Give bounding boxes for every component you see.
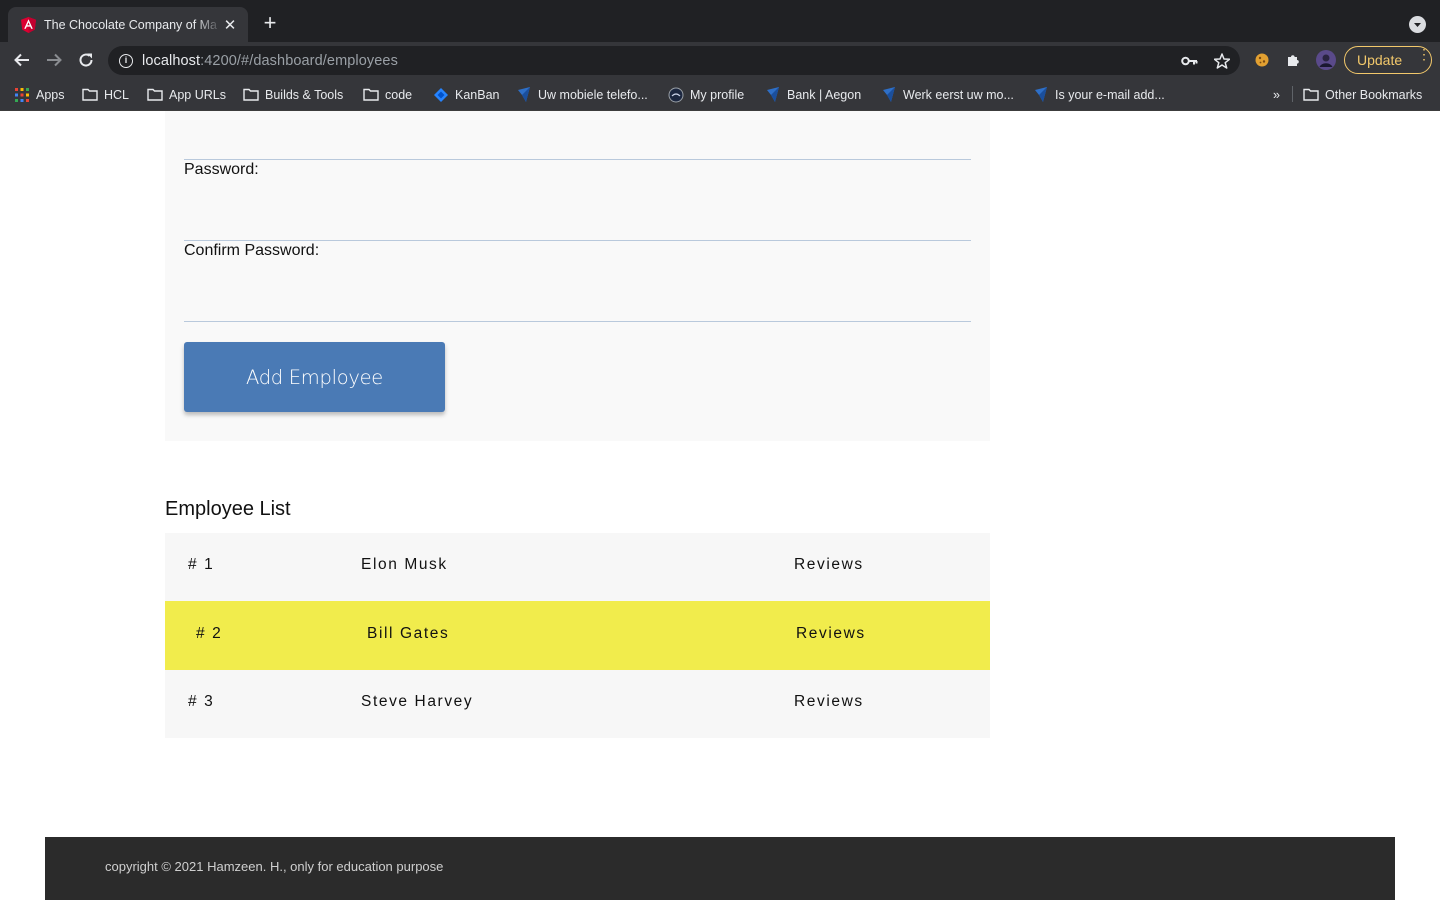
reload-icon[interactable] <box>75 49 97 71</box>
tab-title: The Chocolate Company of Ma <box>44 17 218 32</box>
site-info-icon[interactable]: i <box>119 53 133 68</box>
browser-tab[interactable]: The Chocolate Company of Ma ✕ <box>8 7 248 42</box>
bookmark-label: Werk eerst uw mo... <box>903 87 1014 102</box>
browser-tab-strip: The Chocolate Company of Ma ✕ + <box>0 0 1440 42</box>
back-arrow-icon[interactable] <box>11 49 33 71</box>
url-text: localhost:4200/#/dashboard/employees <box>142 52 398 69</box>
confirm-password-label: Confirm Password: <box>184 242 320 259</box>
table-row[interactable]: # 3 Steve Harvey Reviews <box>165 670 990 738</box>
folder-icon <box>82 87 98 103</box>
close-icon[interactable]: ✕ <box>222 16 238 34</box>
profile-site-icon <box>668 87 684 103</box>
bookmark-werk-eerst[interactable]: Werk eerst uw mo... <box>881 86 1014 103</box>
more-menu-icon[interactable]: ⋮ <box>1417 47 1431 61</box>
bookmark-label: HCL <box>104 87 130 102</box>
footer: copyright © 2021 Hamzeen. H., only for e… <box>45 837 1395 900</box>
confirm-password-input[interactable] <box>184 321 971 322</box>
employee-list: # 1 Elon Musk Reviews # 2 Bill Gates Rev… <box>165 533 990 738</box>
bookmark-label: KanBan <box>455 87 500 102</box>
employee-list-title: Employee List <box>165 498 291 520</box>
bookmark-site-icon <box>765 87 781 103</box>
bookmark-label: Is your e-mail add... <box>1055 87 1165 102</box>
add-employee-button[interactable]: Add Employee <box>184 342 445 412</box>
bookmark-site-icon <box>516 87 532 103</box>
bookmark-label: My profile <box>690 87 745 102</box>
bookmark-hcl[interactable]: HCL <box>82 86 129 103</box>
jira-icon <box>433 87 449 103</box>
bookmarks-divider <box>1292 86 1293 102</box>
page-content: Password: Confirm Password: Add Employee… <box>0 111 1440 900</box>
employee-number: # 1 <box>188 556 215 573</box>
employee-number: # 2 <box>196 625 223 642</box>
add-employee-form: Password: Confirm Password: Add Employee <box>165 111 990 441</box>
folder-icon <box>147 87 163 103</box>
bookmark-apps[interactable]: Apps <box>14 86 65 103</box>
cookie-extension-icon[interactable] <box>1252 50 1272 70</box>
bookmark-label: Other Bookmarks <box>1325 87 1423 102</box>
bookmark-other-bookmarks[interactable]: Other Bookmarks <box>1303 86 1422 103</box>
bookmark-site-icon <box>881 87 897 103</box>
bookmarks-overflow-icon[interactable]: » <box>1273 86 1280 103</box>
password-input[interactable] <box>184 240 971 241</box>
copyright-text: copyright © 2021 Hamzeen. H., only for e… <box>105 859 444 874</box>
bookmark-email-address[interactable]: Is your e-mail add... <box>1033 86 1165 103</box>
apps-grid-icon <box>14 87 30 103</box>
previous-field-input[interactable] <box>184 159 971 160</box>
overflow-label: » <box>1273 87 1280 102</box>
browser-toolbar: i localhost:4200/#/dashboard/employees U… <box>0 42 1440 78</box>
bookmark-uw-mobiele[interactable]: Uw mobiele telefo... <box>516 86 648 103</box>
bookmark-label: Bank | Aegon <box>787 87 862 102</box>
table-row[interactable]: # 1 Elon Musk Reviews <box>165 533 990 601</box>
reviews-link[interactable]: Reviews <box>794 556 864 574</box>
forward-arrow-icon[interactable] <box>43 49 65 71</box>
employee-name: Bill Gates <box>367 625 450 642</box>
angular-icon <box>20 16 36 33</box>
bookmark-site-icon <box>1033 87 1049 103</box>
bookmark-label: App URLs <box>169 87 226 102</box>
reviews-link[interactable]: Reviews <box>794 693 864 711</box>
reviews-link[interactable]: Reviews <box>796 625 866 643</box>
folder-icon <box>363 87 379 103</box>
bookmark-kanban[interactable]: KanBan <box>433 86 499 103</box>
bookmark-builds-tools[interactable]: Builds & Tools <box>243 86 343 103</box>
bookmark-label: Uw mobiele telefo... <box>538 87 648 102</box>
bookmark-label: Apps <box>36 87 65 102</box>
folder-icon <box>1303 87 1319 103</box>
key-icon[interactable] <box>1181 50 1198 72</box>
bookmark-app-urls[interactable]: App URLs <box>147 86 226 103</box>
bookmark-label: code <box>385 87 413 102</box>
star-icon[interactable] <box>1214 50 1230 72</box>
update-button[interactable]: Update ⋮ <box>1344 46 1432 74</box>
avatar[interactable] <box>1316 50 1336 70</box>
employee-number: # 3 <box>188 693 215 710</box>
password-label: Password: <box>184 161 259 178</box>
folder-icon <box>243 87 259 103</box>
bookmark-my-profile[interactable]: My profile <box>668 86 744 103</box>
employee-name: Steve Harvey <box>361 693 474 710</box>
update-label: Update <box>1357 52 1403 68</box>
bookmarks-bar: Apps HCL App URLs Builds & Tools code Ka… <box>0 78 1440 111</box>
bookmark-bank-aegon[interactable]: Bank | Aegon <box>765 86 861 103</box>
address-bar[interactable]: i localhost:4200/#/dashboard/employees <box>108 46 1240 75</box>
new-tab-icon[interactable]: + <box>259 12 281 34</box>
puzzle-extensions-icon[interactable] <box>1284 50 1304 70</box>
tab-search-icon[interactable] <box>1409 16 1426 33</box>
employee-name: Elon Musk <box>361 556 448 573</box>
bookmark-code[interactable]: code <box>363 86 412 103</box>
bookmark-label: Builds & Tools <box>265 87 344 102</box>
table-row[interactable]: # 2 Bill Gates Reviews <box>165 601 990 670</box>
